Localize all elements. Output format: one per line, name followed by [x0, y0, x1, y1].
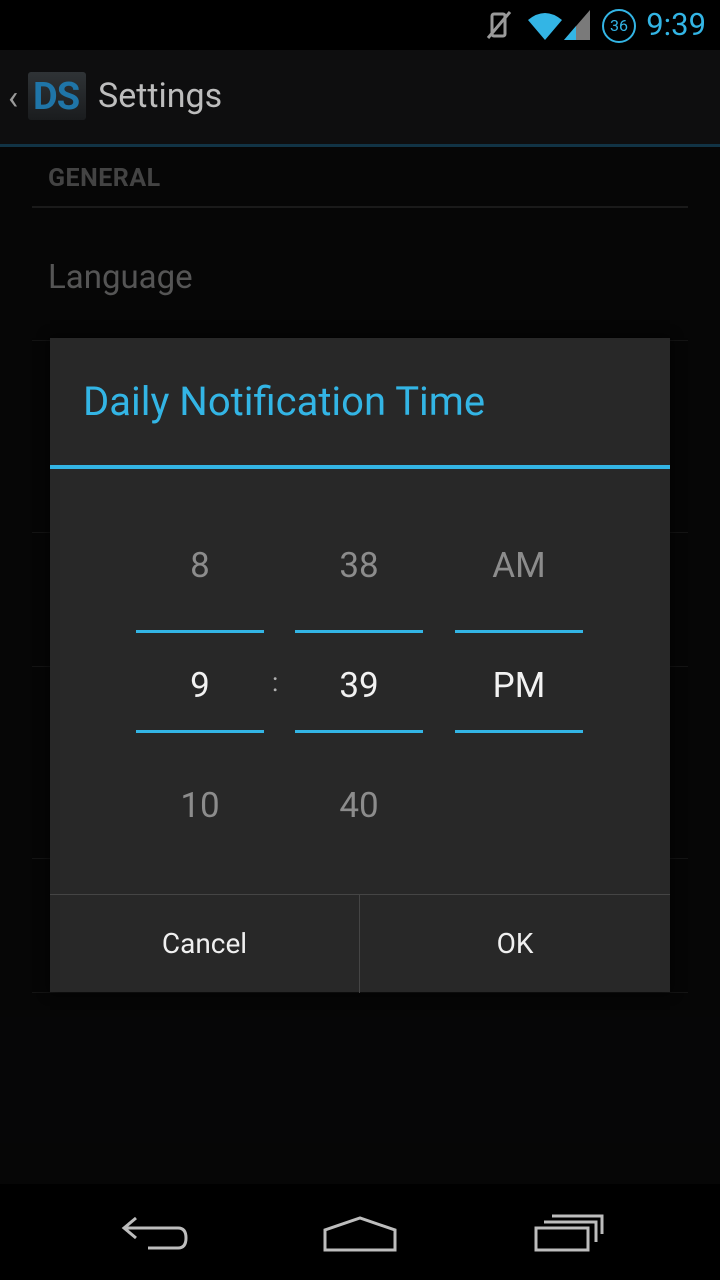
ampm-selection-bottom-line — [455, 730, 583, 733]
app-logo-text: DS — [33, 75, 80, 119]
recents-button[interactable] — [522, 1204, 612, 1260]
app-logo[interactable]: DS — [28, 72, 86, 120]
cancel-button[interactable]: Cancel — [50, 895, 359, 993]
hour-picker[interactable]: 8 9 10 — [136, 468, 264, 893]
hour-selection-bottom-line — [136, 730, 264, 733]
dialog-title: Daily Notification Time — [83, 378, 486, 425]
vibrate-off-icon — [486, 11, 512, 39]
hour-next[interactable]: 10 — [136, 785, 264, 826]
hour-prev[interactable]: 8 — [136, 545, 264, 586]
time-separator: : — [272, 668, 279, 698]
minute-current[interactable]: 39 — [295, 665, 423, 706]
dialog-button-bar: Cancel OK — [50, 894, 670, 993]
notification-badge-icon: 36 — [602, 9, 636, 43]
minute-next[interactable]: 40 — [295, 785, 423, 826]
minute-selection-bottom-line — [295, 730, 423, 733]
home-button[interactable] — [315, 1204, 405, 1260]
minute-prev[interactable]: 38 — [295, 545, 423, 586]
home-icon — [323, 1216, 397, 1252]
ok-button[interactable]: OK — [360, 895, 670, 993]
time-picker-dialog: Daily Notification Time 8 9 10 : 38 39 4… — [50, 338, 670, 993]
ampm-prev[interactable]: AM — [455, 545, 583, 586]
hour-selection-top-line — [136, 630, 264, 633]
wifi-icon — [528, 13, 562, 40]
minute-picker[interactable]: 38 39 40 — [295, 468, 423, 893]
back-button[interactable] — [108, 1204, 198, 1260]
hour-current[interactable]: 9 — [136, 665, 264, 706]
status-time: 9:39 — [646, 6, 706, 43]
ampm-selection-top-line — [455, 630, 583, 633]
navigation-bar — [0, 1184, 720, 1280]
action-bar: ‹ DS Settings — [0, 50, 720, 147]
cell-signal-icon — [564, 10, 590, 40]
ampm-current[interactable]: PM — [455, 665, 583, 706]
page-title: Settings — [98, 76, 223, 116]
ampm-picker[interactable]: AM PM — [455, 468, 583, 893]
minute-selection-top-line — [295, 630, 423, 633]
status-bar: 36 9:39 — [0, 0, 720, 50]
back-icon — [121, 1216, 188, 1250]
recents-icon — [534, 1214, 604, 1252]
up-navigation[interactable]: ‹ — [8, 78, 18, 118]
